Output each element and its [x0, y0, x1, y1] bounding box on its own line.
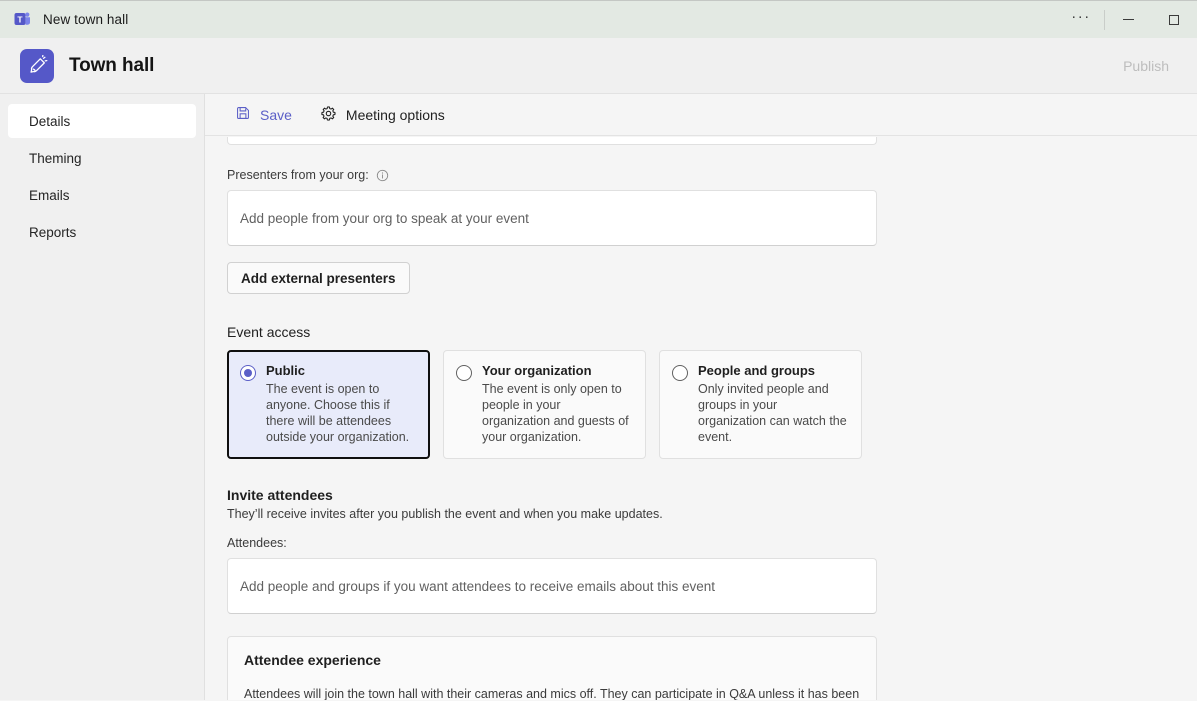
add-external-presenters-button[interactable]: Add external presenters: [227, 262, 410, 294]
event-access-heading: Event access: [227, 324, 1085, 340]
minimize-icon[interactable]: [1105, 1, 1151, 39]
event-access-option-body: People and groups Only invited people an…: [698, 363, 848, 445]
megaphone-icon: [20, 49, 54, 83]
svg-text:T: T: [17, 15, 23, 25]
attendees-label: Attendees:: [227, 536, 287, 550]
save-button[interactable]: Save: [227, 100, 300, 129]
invite-attendees-note: They’ll receive invites after you publis…: [227, 507, 1085, 521]
maximize-glyph: [1169, 15, 1179, 25]
radio-people-and-groups[interactable]: [672, 365, 688, 381]
sidebar-item-label: Theming: [29, 151, 82, 166]
option-title: Public: [266, 363, 416, 378]
window-titlebar: T New town hall ···: [0, 0, 1197, 38]
sidebar-item-details[interactable]: Details: [8, 104, 196, 138]
minimize-glyph: [1123, 19, 1134, 20]
presenters-label: Presenters from your org:: [227, 168, 369, 182]
attendee-experience-title: Attendee experience: [244, 652, 860, 668]
attendees-input[interactable]: Add people and groups if you want attend…: [227, 558, 877, 614]
ellipsis-icon[interactable]: ···: [1058, 1, 1104, 39]
meeting-options-button[interactable]: Meeting options: [312, 100, 453, 130]
page-title: Town hall: [69, 55, 154, 77]
option-description: The event is open to anyone. Choose this…: [266, 381, 416, 445]
publish-button[interactable]: Publish: [1111, 52, 1181, 80]
attendee-experience-text: Attendees will join the town hall with t…: [244, 685, 860, 700]
attendee-experience-panel: Attendee experience Attendees will join …: [227, 636, 877, 700]
option-title: People and groups: [698, 363, 848, 378]
attendees-label-row: Attendees:: [227, 536, 1085, 550]
event-access-option-your-organization[interactable]: Your organization The event is only open…: [443, 350, 646, 459]
presenters-input[interactable]: Add people from your org to speak at you…: [227, 190, 877, 246]
main-body: Details Theming Emails Reports Save: [0, 94, 1197, 700]
event-access-options: Public The event is open to anyone. Choo…: [227, 350, 1085, 459]
content-pane: Save Meeting options Presenters from yo: [205, 94, 1197, 700]
presenters-label-row: Presenters from your org:: [227, 168, 1085, 182]
maximize-icon[interactable]: [1151, 1, 1197, 39]
window-controls: ···: [1058, 1, 1197, 39]
option-description: The event is only open to people in your…: [482, 381, 632, 445]
event-access-option-people-and-groups[interactable]: People and groups Only invited people an…: [659, 350, 862, 459]
content-toolbar: Save Meeting options: [205, 94, 1197, 136]
teams-icon: T: [14, 11, 31, 28]
sidebar-item-label: Reports: [29, 225, 76, 240]
sidebar-item-label: Emails: [29, 188, 70, 203]
meeting-options-label: Meeting options: [346, 107, 445, 123]
save-label: Save: [260, 107, 292, 123]
scrolled-off-input-edge: [227, 137, 877, 145]
sidebar-item-emails[interactable]: Emails: [8, 178, 196, 212]
sidebar-nav: Details Theming Emails Reports: [0, 94, 205, 700]
form-inner: Presenters from your org: Add people fro…: [205, 137, 1085, 700]
event-access-option-public[interactable]: Public The event is open to anyone. Choo…: [227, 350, 430, 459]
event-access-option-body: Your organization The event is only open…: [482, 363, 632, 445]
radio-public[interactable]: [240, 365, 256, 381]
event-access-option-body: Public The event is open to anyone. Choo…: [266, 363, 416, 445]
form-scroll-area[interactable]: Presenters from your org: Add people fro…: [205, 136, 1197, 700]
save-icon: [235, 105, 251, 124]
app-header: Town hall Publish: [0, 38, 1197, 94]
attendees-placeholder: Add people and groups if you want attend…: [240, 579, 715, 594]
sidebar-item-reports[interactable]: Reports: [8, 215, 196, 249]
titlebar-left-group: T New town hall: [0, 11, 128, 28]
sidebar-item-label: Details: [29, 114, 70, 129]
option-description: Only invited people and groups in your o…: [698, 381, 848, 445]
ellipsis-glyph: ···: [1071, 17, 1091, 22]
presenters-placeholder: Add people from your org to speak at you…: [240, 211, 529, 226]
gear-icon: [320, 105, 337, 125]
window-title: New town hall: [43, 12, 128, 27]
info-icon[interactable]: [376, 169, 389, 182]
sidebar-item-theming[interactable]: Theming: [8, 141, 196, 175]
invite-attendees-heading: Invite attendees: [227, 487, 1085, 503]
radio-your-organization[interactable]: [456, 365, 472, 381]
option-title: Your organization: [482, 363, 632, 378]
